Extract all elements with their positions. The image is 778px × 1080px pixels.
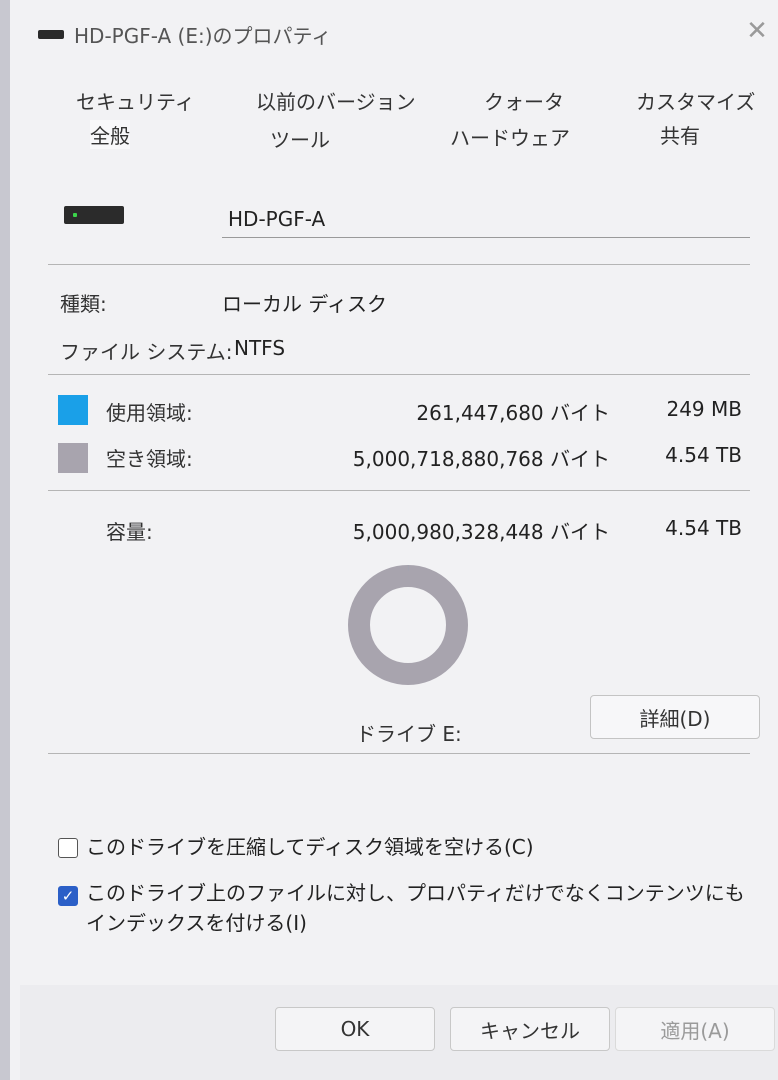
used-space-size: 249 MB: [666, 397, 742, 421]
compress-checkbox[interactable]: [58, 838, 78, 858]
type-label: 種類:: [60, 292, 107, 316]
type-value: ローカル ディスク: [222, 292, 387, 316]
ok-button[interactable]: OK: [275, 1007, 435, 1051]
drive-letter-label: ドライブ E:: [356, 722, 462, 746]
tab-security[interactable]: セキュリティ: [76, 86, 195, 115]
free-space-label: 空き領域:: [106, 447, 193, 471]
hard-drive-icon: [64, 206, 124, 224]
title-bar: HD-PGF-A (E:)のプロパティ ✕: [20, 0, 778, 66]
capacity-size: 4.54 TB: [665, 516, 742, 540]
divider: [48, 753, 750, 754]
drive-name-field[interactable]: [222, 200, 750, 238]
tab-quota[interactable]: クォータ: [484, 86, 564, 115]
divider: [48, 264, 750, 265]
compress-label[interactable]: このドライブを圧縮してディスク領域を空ける(C): [86, 832, 746, 862]
index-checkbox[interactable]: ✓: [58, 886, 78, 906]
tab-previous-versions[interactable]: 以前のバージョン: [256, 86, 416, 115]
close-button[interactable]: ✕: [740, 14, 774, 48]
used-space-label: 使用領域:: [106, 401, 193, 425]
free-space-size: 4.54 TB: [665, 443, 742, 467]
capacity-bytes: 5,000,980,328,448 バイト: [352, 520, 610, 544]
tab-sharing[interactable]: 共有: [660, 120, 700, 149]
window-title: HD-PGF-A (E:)のプロパティ: [74, 24, 332, 48]
used-space-swatch: [58, 395, 88, 425]
filesystem-value: NTFS: [234, 336, 286, 360]
cancel-button[interactable]: キャンセル: [450, 1007, 610, 1051]
capacity-label: 容量:: [106, 520, 153, 544]
divider: [48, 490, 750, 491]
free-space-bytes: 5,000,718,880,768 バイト: [352, 447, 610, 471]
tab-strip: セキュリティ 以前のバージョン クォータ カスタマイズ 全般 ツール ハードウェ…: [20, 78, 778, 158]
tab-hardware[interactable]: ハードウェア: [450, 122, 570, 151]
divider: [48, 374, 750, 375]
tab-tools[interactable]: ツール: [270, 124, 330, 153]
index-label[interactable]: このドライブ上のファイルに対し、プロパティだけでなくコンテンツにもインデックスを…: [86, 878, 746, 938]
filesystem-label: ファイル システム:: [60, 340, 233, 364]
usage-donut-chart: [348, 565, 468, 685]
tab-customize[interactable]: カスタマイズ: [636, 86, 755, 115]
apply-button[interactable]: 適用(A): [615, 1007, 775, 1051]
free-space-ring: [348, 565, 468, 685]
properties-window: HD-PGF-A (E:)のプロパティ ✕ セキュリティ 以前のバージョン クォ…: [0, 0, 778, 1080]
drive-led-icon: [73, 213, 77, 217]
details-button[interactable]: 詳細(D): [590, 695, 760, 739]
free-space-swatch: [58, 443, 88, 473]
tab-general[interactable]: 全般: [90, 120, 130, 149]
used-space-bytes: 261,447,680 バイト: [416, 401, 610, 425]
drive-icon: [38, 30, 64, 39]
